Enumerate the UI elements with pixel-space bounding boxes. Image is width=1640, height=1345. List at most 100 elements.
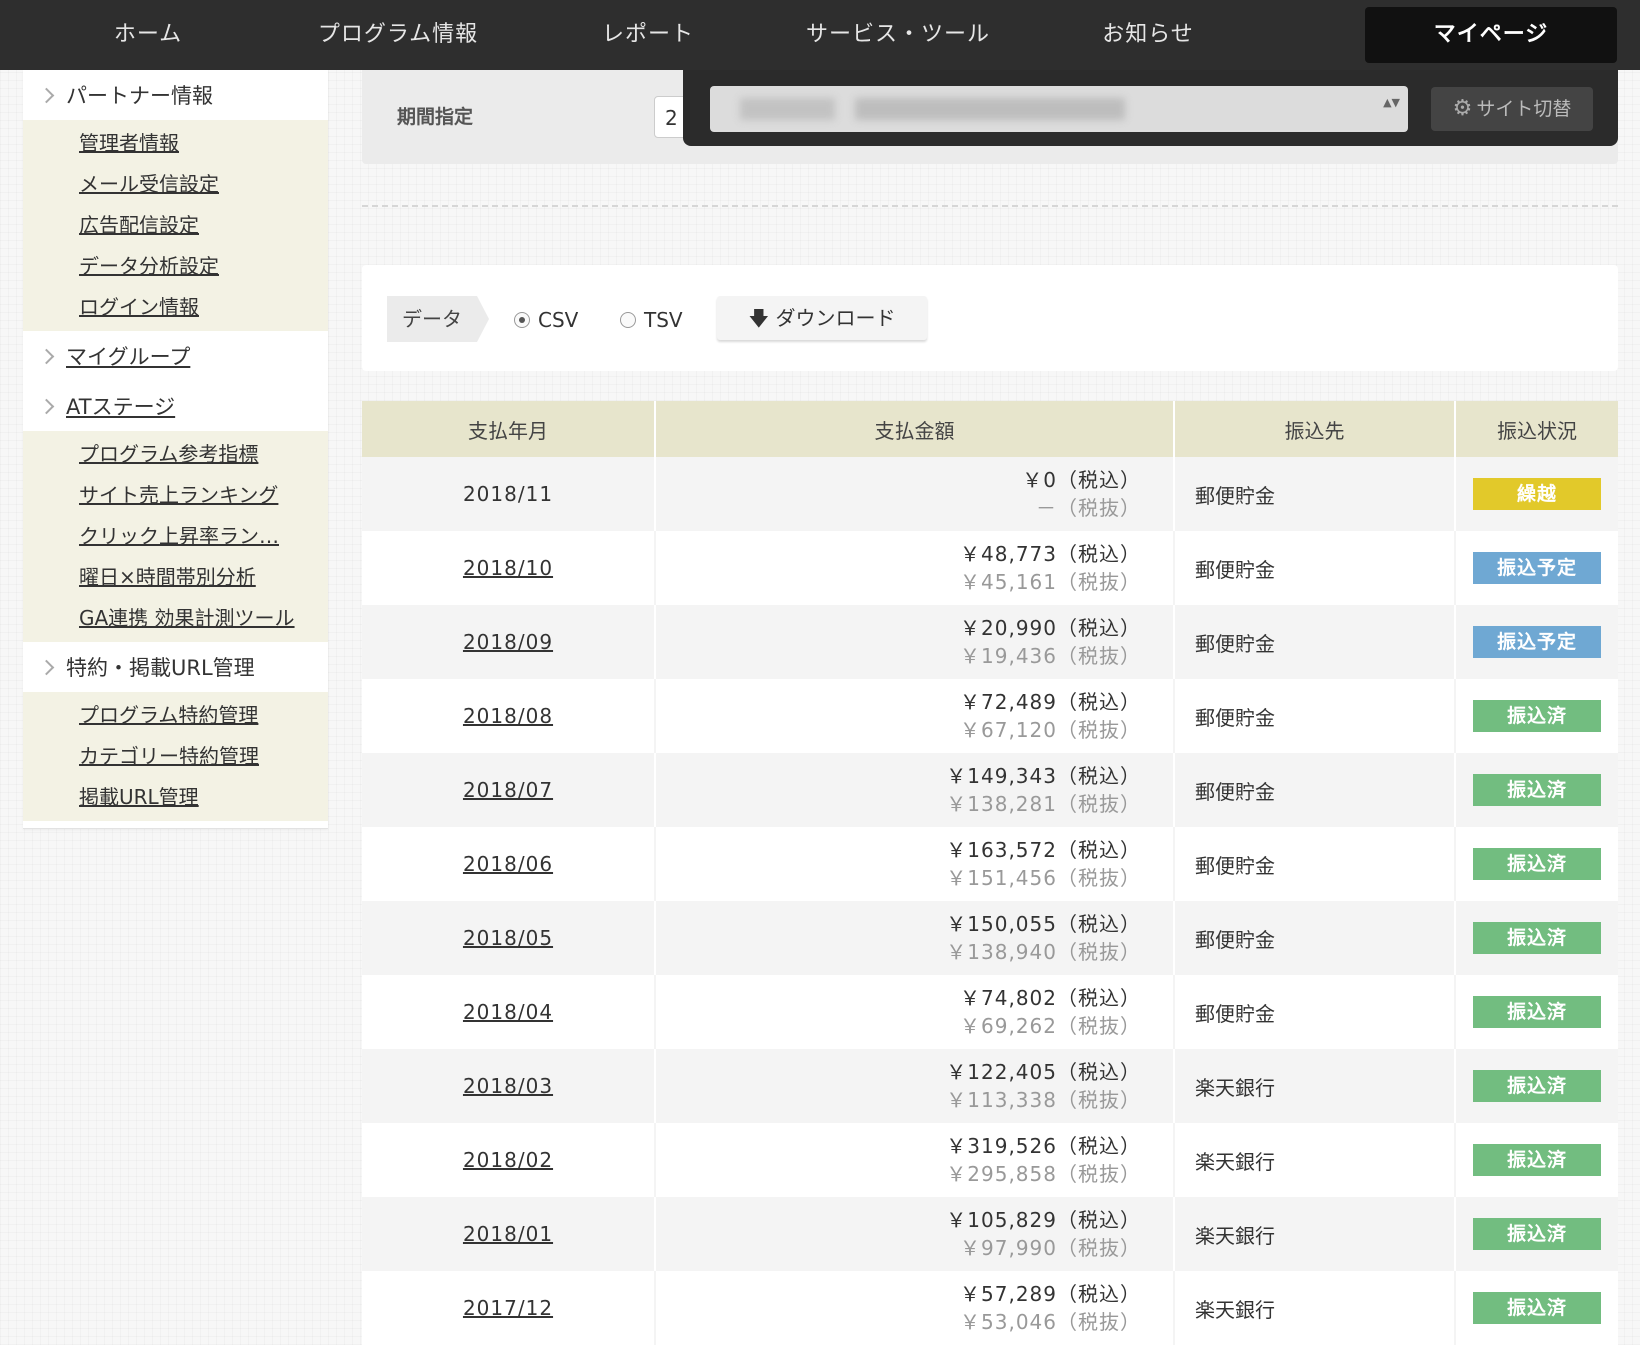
amount-tax-excluded: ￥45,161（税抜）: [960, 570, 1141, 594]
payment-month[interactable]: 2018/10: [463, 556, 553, 580]
csv-radio[interactable]: CSV: [514, 308, 578, 332]
sidebar-section-0[interactable]: パートナー情報: [23, 70, 328, 120]
download-button[interactable]: 🡇 ダウンロード: [717, 296, 927, 340]
sidebar-link[interactable]: データ分析設定: [23, 246, 309, 287]
sidebar-link[interactable]: 曜日×時間帯別分析: [23, 557, 309, 598]
status-badge: 振込予定: [1473, 626, 1601, 658]
divider: [362, 205, 1618, 207]
amount-tax-included: ￥150,055（税込）: [946, 912, 1141, 936]
sidebar-link[interactable]: プログラム参考指標: [23, 434, 309, 475]
amount-tax-included: ￥20,990（税込）: [960, 616, 1141, 640]
payment-amount-cell: ￥74,802（税込） ￥69,262（税抜）: [655, 975, 1175, 1049]
transfer-dest: 楽天銀行: [1174, 1197, 1456, 1271]
payment-month-cell: 2017/12: [362, 1271, 656, 1345]
header-transfer-status: 振込状況: [1455, 401, 1618, 457]
payment-month[interactable]: 2018/03: [463, 1074, 553, 1098]
transfer-status-cell: 振込済: [1455, 901, 1618, 975]
payment-amount-cell: ￥163,572（税込） ￥151,456（税抜）: [655, 827, 1175, 901]
table-row: 2018/03 ￥122,405（税込） ￥113,338（税抜） 楽天銀行 振込済: [362, 1049, 1618, 1123]
transfer-dest: 郵便貯金: [1174, 457, 1456, 531]
sidebar-link[interactable]: 広告配信設定: [23, 205, 309, 246]
payment-amount-cell: ￥72,489（税込） ￥67,120（税抜）: [655, 679, 1175, 753]
status-badge: 振込済: [1473, 1144, 1601, 1176]
top-nav: ホーム プログラム情報 レポート サービス・ツール お知らせ マイページ: [0, 0, 1640, 70]
table-row: 2018/09 ￥20,990（税込） ￥19,436（税抜） 郵便貯金 振込予定: [362, 605, 1618, 679]
tsv-radio[interactable]: TSV: [620, 308, 683, 332]
payment-month-cell: 2018/11: [362, 457, 656, 531]
status-badge: 振込済: [1473, 1070, 1601, 1102]
payment-month[interactable]: 2018/09: [463, 630, 553, 654]
nav-news[interactable]: お知らせ: [1023, 7, 1273, 63]
payment-month[interactable]: 2018/02: [463, 1148, 553, 1172]
payment-month: 2018/11: [462, 482, 554, 506]
nav-report[interactable]: レポート: [523, 7, 773, 63]
transfer-dest: 郵便貯金: [1174, 531, 1456, 605]
nav-mypage[interactable]: マイページ: [1365, 7, 1617, 63]
tsv-label: TSV: [644, 308, 683, 332]
transfer-dest: 郵便貯金: [1174, 753, 1456, 827]
amount-tax-excluded: ￥113,338（税抜）: [946, 1088, 1141, 1112]
sidebar-link[interactable]: カテゴリー特約管理: [23, 736, 309, 777]
sidebar-link[interactable]: ログイン情報: [23, 287, 309, 328]
amount-tax-included: ￥48,773（税込）: [960, 542, 1141, 566]
sidebar-link[interactable]: プログラム特約管理: [23, 695, 309, 736]
site-select[interactable]: ▲▼: [710, 86, 1408, 132]
amount-tax-included: ￥0（税込）: [1022, 468, 1141, 492]
payment-month[interactable]: 2018/06: [463, 852, 553, 876]
nav-home[interactable]: ホーム: [23, 7, 273, 63]
sidebar-link[interactable]: クリック上昇率ラン…: [23, 516, 309, 557]
transfer-dest: 郵便貯金: [1174, 975, 1456, 1049]
payment-month[interactable]: 2018/08: [463, 704, 553, 728]
status-badge: 振込済: [1473, 1218, 1601, 1250]
table-row: 2018/02 ￥319,526（税込） ￥295,858（税抜） 楽天銀行 振込済: [362, 1123, 1618, 1197]
sidebar-link[interactable]: サイト売上ランキング: [23, 475, 309, 516]
sidebar-section-2[interactable]: ATステージ: [23, 381, 328, 431]
payment-amount-cell: ￥0（税込） －（税抜）: [655, 457, 1175, 531]
amount-tax-excluded: ￥295,858（税抜）: [946, 1162, 1141, 1186]
table-row: 2018/10 ￥48,773（税込） ￥45,161（税抜） 郵便貯金 振込予定: [362, 531, 1618, 605]
sidebar-section-1[interactable]: マイグループ: [23, 331, 328, 381]
payment-amount-cell: ￥149,343（税込） ￥138,281（税抜）: [655, 753, 1175, 827]
amount-tax-included: ￥72,489（税込）: [960, 690, 1141, 714]
payment-month[interactable]: 2017/12: [463, 1296, 553, 1320]
nav-services-tools[interactable]: サービス・ツール: [773, 7, 1023, 63]
payment-month[interactable]: 2018/05: [463, 926, 553, 950]
payment-month-cell: 2018/10: [362, 531, 656, 605]
amount-tax-excluded: ￥67,120（税抜）: [960, 718, 1141, 742]
amount-tax-excluded: －（税抜）: [1036, 496, 1141, 520]
sidebar-link[interactable]: GA連携 効果計測ツール: [23, 598, 309, 639]
payment-month-cell: 2018/04: [362, 975, 656, 1049]
amount-tax-included: ￥105,829（税込）: [946, 1208, 1141, 1232]
transfer-dest: 楽天銀行: [1174, 1049, 1456, 1123]
payment-amount-cell: ￥319,526（税込） ￥295,858（税抜）: [655, 1123, 1175, 1197]
data-label: データ: [387, 296, 489, 342]
sidebar-submenu: 管理者情報 メール受信設定 広告配信設定 データ分析設定 ログイン情報: [23, 120, 328, 331]
nav-program-info[interactable]: プログラム情報: [273, 7, 523, 63]
payment-month[interactable]: 2018/01: [463, 1222, 553, 1246]
transfer-status-cell: 振込済: [1455, 827, 1618, 901]
sidebar-link[interactable]: メール受信設定: [23, 164, 309, 205]
table-row: 2018/08 ￥72,489（税込） ￥67,120（税抜） 郵便貯金 振込済: [362, 679, 1618, 753]
amount-tax-excluded: ￥151,456（税抜）: [946, 866, 1141, 890]
table-row: 2018/05 ￥150,055（税込） ￥138,940（税抜） 郵便貯金 振込済: [362, 901, 1618, 975]
tsv-radio-button[interactable]: [620, 312, 636, 328]
payment-amount-cell: ￥57,289（税込） ￥53,046（税抜）: [655, 1271, 1175, 1345]
csv-radio-button[interactable]: [514, 312, 530, 328]
site-switch-button[interactable]: ⚙ サイト切替: [1431, 87, 1593, 131]
transfer-dest: 楽天銀行: [1174, 1123, 1456, 1197]
transfer-status-cell: 振込済: [1455, 753, 1618, 827]
transfer-dest: 郵便貯金: [1174, 827, 1456, 901]
sidebar-section-3[interactable]: 特約・掲載URL管理: [23, 642, 328, 692]
payment-month[interactable]: 2018/04: [463, 1000, 553, 1024]
payment-month[interactable]: 2018/07: [463, 778, 553, 802]
amount-tax-excluded: ￥138,940（税抜）: [946, 940, 1141, 964]
sidebar: パートナー情報 管理者情報 メール受信設定 広告配信設定 データ分析設定 ログイン情報 マイ…: [23, 70, 328, 829]
header-payment-amount: 支払金額: [655, 401, 1175, 457]
transfer-status-cell: 振込予定: [1455, 605, 1618, 679]
payment-amount-cell: ￥20,990（税込） ￥19,436（税抜）: [655, 605, 1175, 679]
site-switch-popup: ▲▼ ⚙ サイト切替: [683, 70, 1618, 146]
sidebar-link[interactable]: 掲載URL管理: [23, 777, 309, 818]
amount-tax-excluded: ￥97,990（税抜）: [960, 1236, 1141, 1260]
payment-month-cell: 2018/09: [362, 605, 656, 679]
sidebar-link[interactable]: 管理者情報: [23, 123, 309, 164]
